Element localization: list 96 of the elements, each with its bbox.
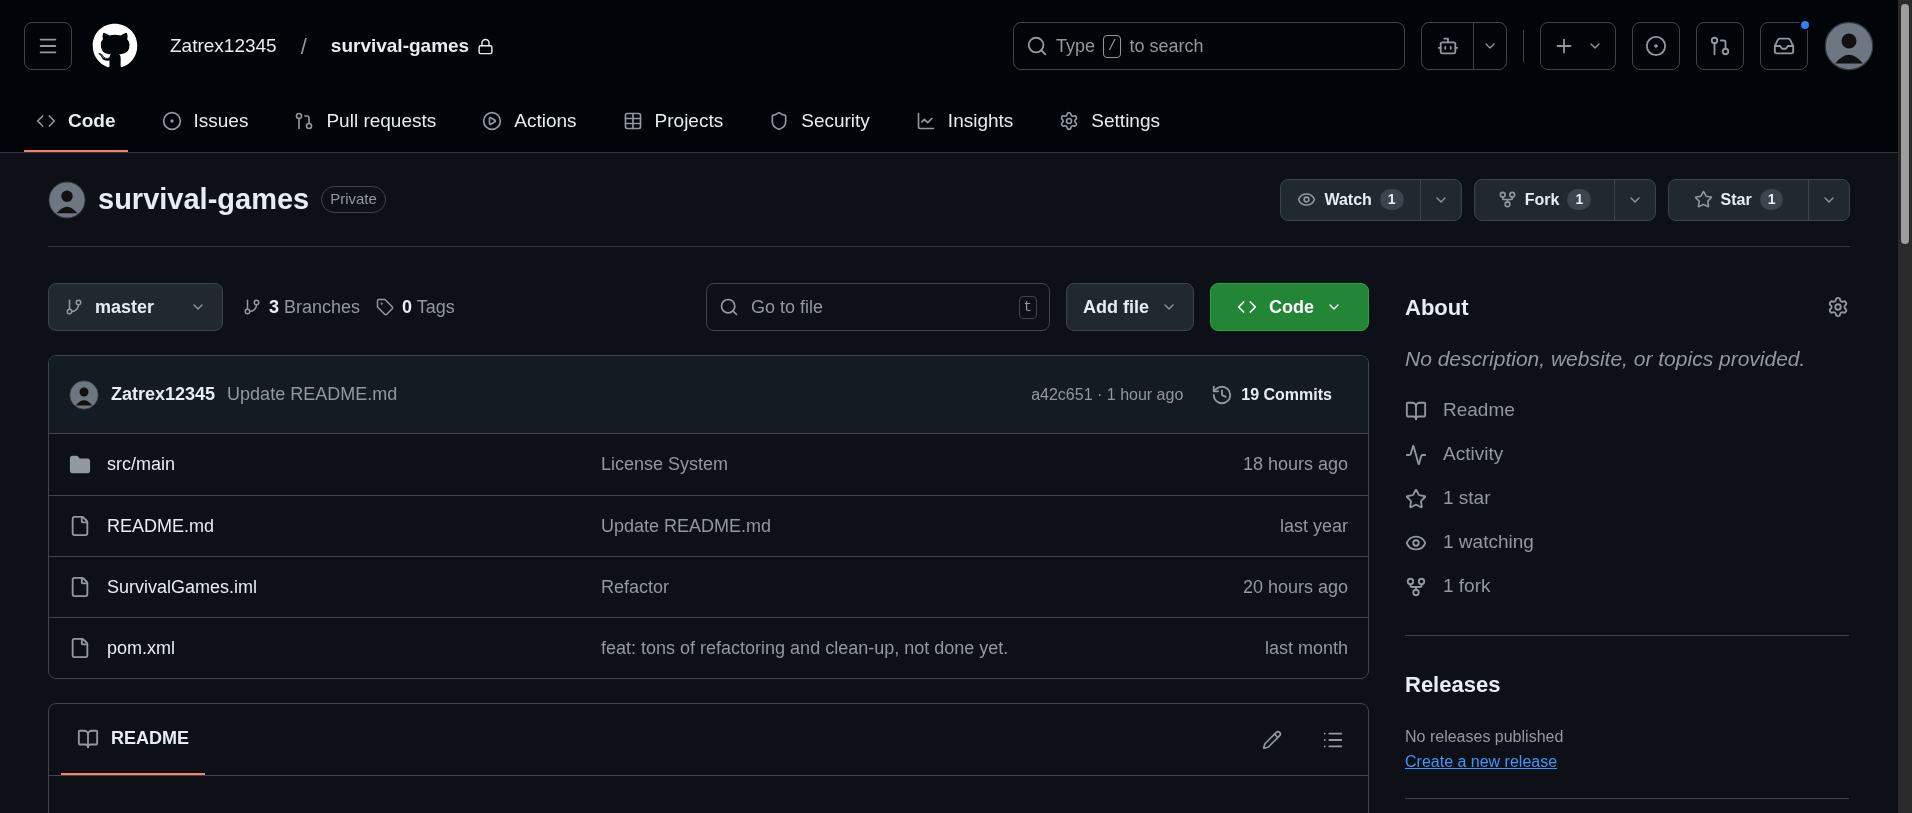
path-separator: / <box>300 32 307 61</box>
about-link[interactable]: Readme <box>1443 396 1515 425</box>
scrollbar[interactable] <box>1898 0 1912 813</box>
about-link[interactable]: 1 watching <box>1443 528 1534 557</box>
issues-button[interactable] <box>1632 22 1680 70</box>
file-name-link[interactable]: README.md <box>107 512 601 540</box>
commits-link[interactable]: 19 Commits <box>1211 382 1332 407</box>
file-icon <box>69 637 91 659</box>
menu-button[interactable] <box>24 22 72 70</box>
file-search-input[interactable]: Go to file <box>751 293 1007 321</box>
file-name-link[interactable]: src/main <box>107 451 601 478</box>
about-heading: About <box>1405 293 1469 322</box>
shortcut-key: / <box>1103 34 1122 58</box>
settings-icon[interactable] <box>1827 296 1849 318</box>
fork-icon <box>1497 190 1517 209</box>
repo-tab[interactable]: Issues <box>149 92 261 152</box>
github-logo-icon[interactable] <box>92 23 138 69</box>
file-icon <box>69 515 91 537</box>
circle-dot-icon <box>1645 35 1667 57</box>
eye-icon <box>1297 190 1317 209</box>
inbox-button[interactable] <box>1760 22 1808 70</box>
copilot-button[interactable] <box>1421 22 1507 70</box>
repo-tab[interactable]: Actions <box>470 92 589 152</box>
count-badge: 1 <box>1567 189 1592 210</box>
history-icon <box>1211 383 1234 406</box>
tags-link[interactable]: 0 Tags <box>402 293 455 321</box>
about-link[interactable]: 1 fork <box>1443 572 1491 601</box>
search-hint: to search <box>1129 34 1204 58</box>
file-commit-message[interactable]: feat: tons of refactoring and clean-up, not done yet. <box>601 634 1265 662</box>
count-badge: 1 <box>1759 189 1784 210</box>
file-time: last month <box>1264 636 1348 660</box>
code-button[interactable]: Code <box>1210 283 1369 331</box>
repo-title: survival-games <box>98 181 310 217</box>
branches-link[interactable]: 3 Branches <box>269 293 361 321</box>
file-time: 20 hours ago <box>1242 575 1348 599</box>
repo-link[interactable]: survival-games <box>330 31 470 61</box>
count-badge: 1 <box>1379 189 1404 210</box>
file-commit-message[interactable]: Update README.md <box>601 512 1280 540</box>
releases-heading: Releases <box>1405 670 1502 699</box>
fork-icon <box>1405 575 1427 598</box>
commit-author[interactable]: Zatrex12345 <box>111 381 216 408</box>
search-field[interactable]: Type / to search <box>1013 22 1405 70</box>
commit-message[interactable]: Update README.md <box>227 381 398 408</box>
book-icon <box>1405 399 1427 422</box>
owner-link[interactable]: Zatrex12345 <box>170 31 277 61</box>
repo-tab[interactable]: Projects <box>610 92 736 152</box>
about-link[interactable]: Activity <box>1443 440 1504 469</box>
star-icon <box>1405 487 1427 510</box>
repo-tab[interactable]: Pull requests <box>282 92 449 152</box>
star-icon <box>1693 190 1713 209</box>
circle-dot-icon <box>161 111 182 131</box>
inbox-icon <box>1773 35 1795 57</box>
file-commit-message[interactable]: License System <box>601 451 1243 478</box>
pull-request-icon <box>294 111 315 131</box>
pulse-icon <box>1405 443 1427 466</box>
settings-icon <box>1059 111 1080 131</box>
releases-text: No releases published <box>1405 726 1565 747</box>
robot-icon <box>1436 35 1459 57</box>
search-hint: Type <box>1056 34 1096 58</box>
readme-tab[interactable]: README <box>61 704 205 775</box>
table-icon <box>622 111 643 131</box>
shield-icon <box>769 111 790 131</box>
play-icon <box>482 111 503 131</box>
repo-tab[interactable]: Security <box>757 92 882 152</box>
search-icon <box>1026 35 1048 57</box>
repo-tab[interactable]: Insights <box>903 92 1026 152</box>
avatar-icon <box>1824 21 1874 71</box>
commit-hash-time[interactable]: a42c651 · 1 hour ago <box>1031 382 1184 407</box>
edit-icon[interactable] <box>1262 729 1282 750</box>
branch-select[interactable]: master <box>48 283 223 331</box>
file-search-field[interactable]: Go to file t <box>706 283 1050 331</box>
file-time: last year <box>1279 514 1348 538</box>
file-name-link[interactable]: SurvivalGames.iml <box>107 573 601 601</box>
file-icon <box>69 576 91 598</box>
line-chart-icon <box>915 111 936 131</box>
add-file-button[interactable]: Add file <box>1066 283 1194 331</box>
file-name-link[interactable]: pom.xml <box>107 634 601 662</box>
shortcut-key: t <box>1018 295 1037 319</box>
file-time: 18 hours ago <box>1242 453 1348 476</box>
repo-tab[interactable]: Settings <box>1047 92 1172 152</box>
create-release-link[interactable]: Create a new release <box>1405 752 1558 770</box>
book-icon <box>77 727 99 750</box>
about-link[interactable]: 1 star <box>1443 484 1491 513</box>
search-icon <box>719 297 739 317</box>
file-commit-message[interactable]: Refactor <box>601 573 1243 601</box>
tag-icon <box>376 298 395 316</box>
avatar-icon <box>69 379 99 410</box>
repo-tab[interactable]: Code <box>24 92 128 152</box>
pull-request-icon <box>1709 35 1731 57</box>
lock-icon <box>477 37 495 55</box>
folder-icon <box>69 453 91 476</box>
branch-icon <box>243 298 261 316</box>
avatar-icon <box>48 180 86 219</box>
about-description: No description, website, or topics provided. <box>1405 346 1807 372</box>
branch-icon <box>65 298 83 316</box>
pull-requests-button[interactable] <box>1696 22 1744 70</box>
